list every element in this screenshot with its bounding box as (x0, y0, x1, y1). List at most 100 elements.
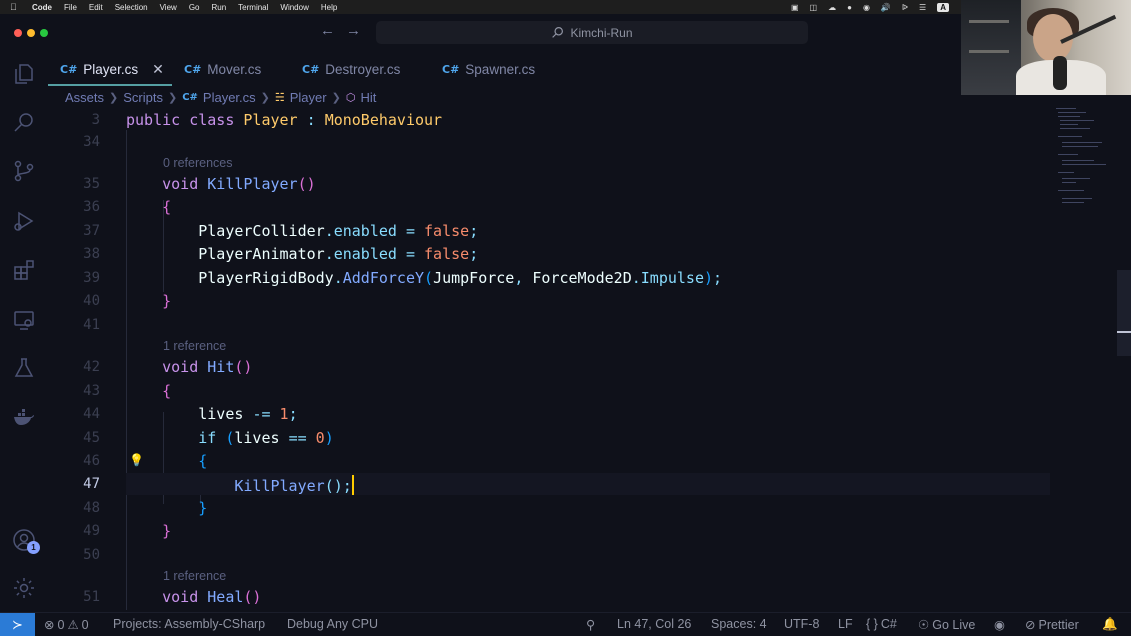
problems-indicator[interactable]: ⊗ 0 ⚠ 0 (44, 617, 89, 633)
eol-selector[interactable]: LF (838, 617, 853, 631)
bluetooth-icon[interactable]: ᐉ (902, 3, 908, 12)
extensions-icon[interactable] (12, 258, 36, 282)
scrollbar-thumb[interactable] (1117, 270, 1131, 356)
webcam-overlay (961, 0, 1131, 95)
maximize-window-button[interactable] (40, 29, 48, 37)
debug-config-selector[interactable]: Debug Any CPU (287, 617, 378, 631)
remote-icon: ≻ (12, 617, 23, 632)
encoding-selector[interactable]: UTF-8 (784, 617, 819, 631)
explorer-icon[interactable] (12, 62, 36, 86)
chevron-right-icon: ❯ (109, 91, 119, 104)
breadcrumb-class[interactable]: Player (290, 90, 327, 105)
line-number: 37 (83, 223, 100, 239)
tab-label: Spawner.cs (465, 61, 536, 77)
codelens-references[interactable]: 1 reference (48, 335, 1121, 357)
menu-run[interactable]: Run (211, 3, 226, 12)
menu-app[interactable]: Code (32, 3, 52, 12)
camera-icon[interactable]: ▣ (791, 3, 799, 12)
minimap[interactable] (1052, 106, 1122, 612)
run-debug-icon[interactable] (12, 209, 36, 233)
prettier-button[interactable]: ⊘ Prettier (1025, 617, 1079, 633)
back-arrow-icon[interactable]: ← (320, 22, 335, 39)
menu-view[interactable]: View (160, 3, 177, 12)
gear-icon[interactable] (12, 576, 36, 600)
go-live-button[interactable]: ☉ Go Live (918, 617, 975, 633)
network-icon[interactable]: ◉ (863, 3, 870, 12)
line-number: 38 (83, 246, 100, 262)
source-control-icon[interactable] (12, 159, 36, 183)
line-number: 46 (83, 453, 100, 469)
tab-destroyer-cs[interactable]: C# Destroyer.cs (290, 52, 430, 86)
remote-explorer-icon[interactable] (12, 308, 36, 332)
indentation-selector[interactable]: Spaces: 4 (711, 617, 767, 631)
braces-icon: { } (866, 617, 878, 631)
code-line: 50 (48, 544, 1121, 566)
code-line: 41 (48, 314, 1121, 336)
menu-edit[interactable]: Edit (89, 3, 103, 12)
line-number: 51 (83, 589, 100, 605)
wifi-icon[interactable]: ☰ (919, 3, 926, 12)
breadcrumb-file[interactable]: Player.cs (203, 90, 256, 105)
forward-arrow-icon[interactable]: → (346, 22, 361, 39)
menu-go[interactable]: Go (189, 3, 200, 12)
editor-tabs: C# Player.cs ✕ C# Mover.cs C# Destroyer.… (48, 52, 961, 86)
prettier-status-icon: ⊘ (1025, 618, 1036, 632)
zoom-icon[interactable]: ⚲ (586, 617, 595, 632)
minimize-window-button[interactable] (27, 29, 35, 37)
testing-flask-icon[interactable] (12, 356, 36, 380)
line-number: 34 (83, 134, 100, 150)
accounts-badge: 1 (27, 541, 40, 554)
line-number: 43 (83, 383, 100, 399)
csharp-file-icon: C# (302, 62, 320, 76)
volume-icon[interactable]: 🔊 (881, 3, 891, 12)
code-line: 35 void KillPlayer() (48, 173, 1121, 195)
tab-mover-cs[interactable]: C# Mover.cs (172, 52, 290, 86)
breadcrumb-assets[interactable]: Assets (65, 90, 104, 105)
menu-window[interactable]: Window (280, 3, 308, 12)
code-line: 49 } (48, 520, 1121, 542)
code-editor[interactable]: 3 public class Player : MonoBehaviour 34… (48, 108, 1121, 612)
screen-share-icon[interactable]: ◫ (810, 3, 818, 12)
code-line: 43 { (48, 380, 1121, 402)
csharp-file-icon: C# (184, 62, 202, 76)
docker-whale-icon[interactable] (12, 405, 36, 429)
text-cursor (351, 475, 354, 495)
code-line: 3 public class Player : MonoBehaviour (48, 109, 1121, 131)
menu-terminal[interactable]: Terminal (238, 3, 268, 12)
copilot-icon[interactable]: ◉ (994, 617, 1005, 632)
line-number: 3 (91, 112, 100, 128)
sync-icon[interactable]: ● (847, 3, 852, 12)
menu-file[interactable]: File (64, 3, 77, 12)
cloud-icon[interactable]: ☁ (828, 3, 836, 12)
code-line: 46 💡 { (48, 450, 1121, 472)
line-number: 44 (83, 406, 100, 422)
command-center-search[interactable]: Kimchi-Run (376, 21, 808, 44)
line-number: 36 (83, 199, 100, 215)
language-mode-selector[interactable]: { } C# (866, 617, 897, 631)
code-line: 45 if (lives == 0) (48, 427, 1121, 449)
line-number: 49 (83, 523, 100, 539)
close-icon[interactable]: ✕ (152, 61, 164, 78)
code-line: 38 PlayerAnimator.enabled = false; (48, 243, 1121, 265)
code-line: 34 (48, 131, 1121, 153)
keyboard-input-indicator[interactable]: A (937, 2, 949, 12)
menu-selection[interactable]: Selection (115, 3, 148, 12)
cursor-position[interactable]: Ln 47, Col 26 (617, 617, 691, 631)
apple-icon[interactable]:  (10, 2, 22, 12)
search-icon[interactable] (12, 110, 36, 134)
codelens-references[interactable]: 1 reference (48, 565, 1121, 587)
project-selector[interactable]: Projects: Assembly-CSharp (113, 617, 265, 631)
tab-spawner-cs[interactable]: C# Spawner.cs (430, 52, 570, 86)
menubar-status-icons: ▣ ◫ ☁ ● ◉ 🔊 ᐉ ☰ A (791, 0, 949, 14)
microphone-icon (1053, 56, 1067, 90)
close-window-button[interactable] (14, 29, 22, 37)
remote-connection-button[interactable]: ≻ (0, 613, 35, 636)
code-line: 40 } (48, 290, 1121, 312)
breadcrumb-method[interactable]: Hit (360, 90, 376, 105)
csharp-file-icon: C# (182, 91, 198, 103)
codelens-references[interactable]: 0 references (48, 152, 1121, 174)
bell-icon[interactable]: 🔔 (1102, 617, 1118, 632)
tab-player-cs[interactable]: C# Player.cs ✕ (48, 52, 172, 86)
breadcrumb-scripts[interactable]: Scripts (123, 90, 163, 105)
menu-help[interactable]: Help (321, 3, 337, 12)
